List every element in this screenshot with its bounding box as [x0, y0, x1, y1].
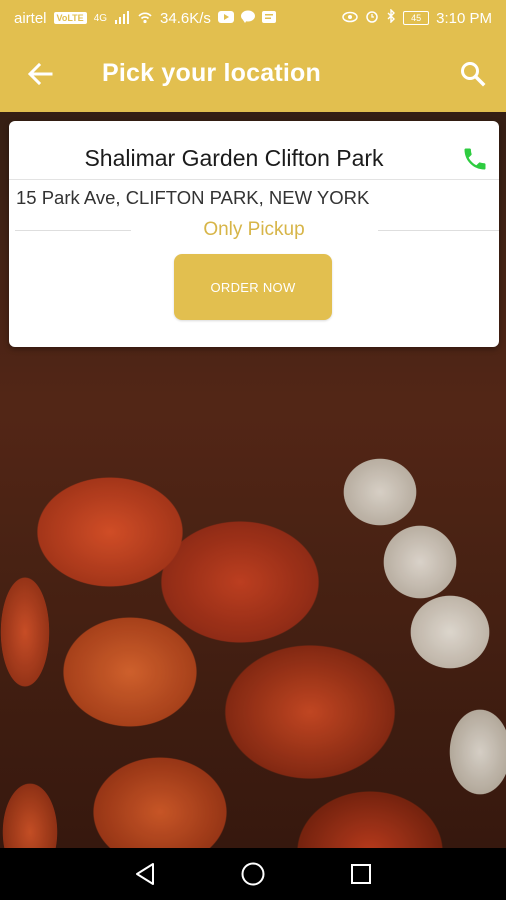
- location-card: Shalimar Garden Clifton Park 15 Park Ave…: [9, 121, 499, 347]
- signal-icon: [114, 10, 130, 27]
- status-bar-left: airtel VoLTE 4G 34.6K/s: [14, 10, 276, 27]
- alarm-icon: [365, 9, 379, 27]
- status-bar-right: 45 3:10 PM: [342, 8, 492, 27]
- call-button[interactable]: [459, 143, 491, 175]
- nav-back-icon: [136, 863, 154, 885]
- nav-back-button[interactable]: [129, 858, 161, 890]
- system-nav-bar: [0, 848, 506, 900]
- nav-home-icon: [241, 862, 265, 886]
- volte-badge: VoLTE: [53, 12, 87, 24]
- arrow-back-icon: [27, 63, 53, 85]
- back-button[interactable]: [22, 56, 58, 92]
- page-title: Pick your location: [102, 59, 321, 87]
- wifi-hotspot-icon: [137, 10, 153, 27]
- battery-icon: 45: [403, 11, 430, 25]
- store-address: 15 Park Ave, CLIFTON PARK, NEW YORK: [16, 187, 370, 208]
- chat-notification-icon: [240, 10, 255, 27]
- status-bar: airtel VoLTE 4G 34.6K/s 45 3:10 PM: [0, 0, 506, 36]
- search-icon: [461, 62, 486, 87]
- nav-home-button[interactable]: [237, 858, 269, 890]
- clock-label: 3:10 PM: [436, 9, 492, 27]
- nav-recents-button[interactable]: [345, 858, 377, 890]
- pickup-divider-right: [378, 230, 499, 231]
- eye-comfort-icon: [342, 10, 358, 27]
- search-button[interactable]: [455, 56, 491, 92]
- network-speed-label: 34.6K/s: [160, 9, 211, 27]
- order-now-button[interactable]: ORDER NOW: [174, 254, 332, 320]
- store-name: Shalimar Garden Clifton Park: [84, 145, 384, 171]
- app-bar: Pick your location: [0, 36, 506, 112]
- network-type-label: 4G: [93, 12, 108, 24]
- youtube-notification-icon: [217, 10, 234, 27]
- message-notification-icon: [261, 10, 276, 27]
- carrier-label: airtel: [14, 9, 47, 27]
- nav-recents-icon: [351, 864, 371, 884]
- phone-icon: [464, 148, 486, 170]
- bluetooth-icon: [386, 8, 396, 27]
- card-divider: [9, 179, 499, 180]
